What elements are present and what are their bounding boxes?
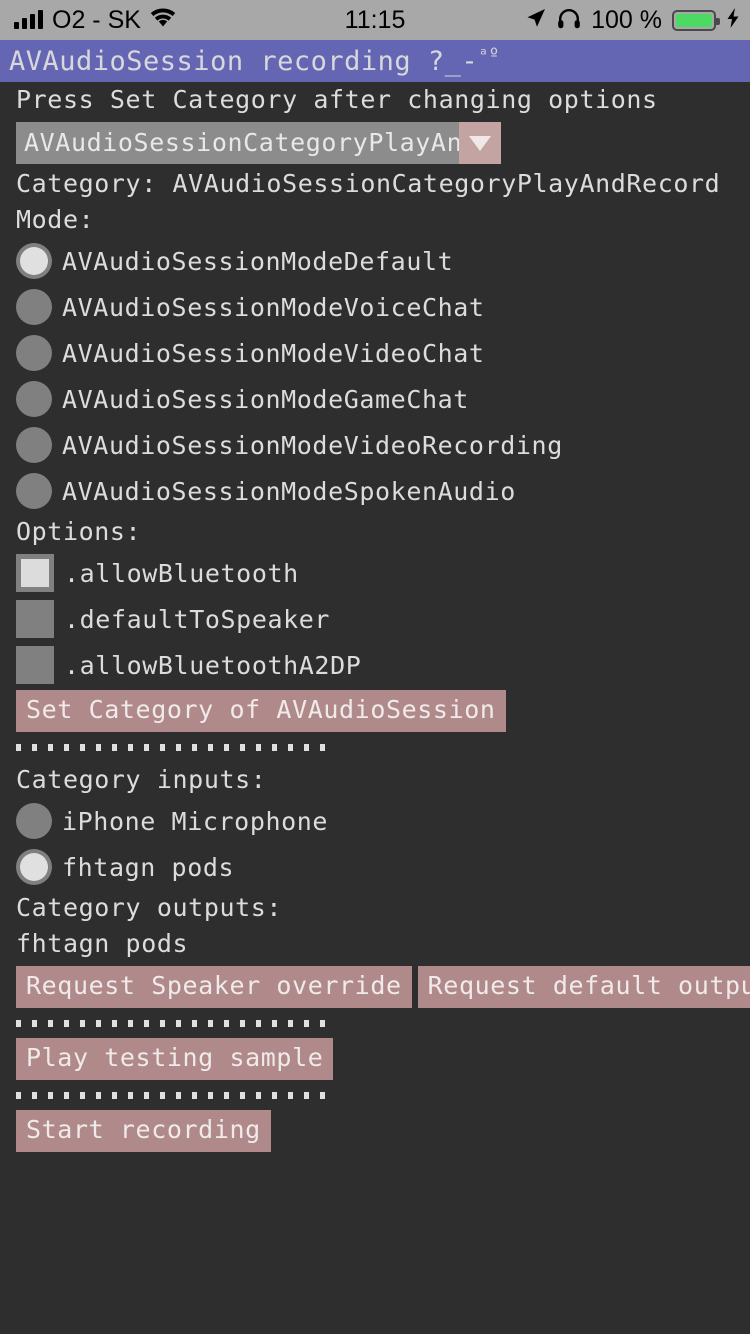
- headphones-icon: [557, 7, 581, 34]
- mode-option-label: AVAudioSessionModeGameChat: [62, 384, 469, 414]
- battery-percent-label: 100 %: [591, 5, 662, 34]
- category-picker-value: AVAudioSessionCategoryPlayAn: [24, 128, 459, 157]
- output-buttons-row: Request Speaker override Request default…: [0, 966, 750, 1008]
- mode-option-row[interactable]: AVAudioSessionModeVideoRecording: [0, 422, 750, 468]
- battery-icon: [672, 9, 720, 31]
- mode-option-row[interactable]: AVAudioSessionModeVoiceChat: [0, 284, 750, 330]
- radio-icon[interactable]: [16, 849, 52, 885]
- radio-icon[interactable]: [16, 335, 52, 371]
- input-option-row[interactable]: fhtagn pods: [0, 844, 750, 890]
- status-bar-left: O2 - SK: [0, 6, 176, 35]
- mode-heading: Mode:: [16, 205, 95, 234]
- options-heading: Options:: [16, 517, 142, 546]
- option-checkbox-row[interactable]: .allowBluetoothA2DP: [0, 642, 750, 688]
- play-testing-sample-button[interactable]: Play testing sample: [16, 1038, 334, 1080]
- radio-icon[interactable]: [16, 381, 52, 417]
- input-option-row[interactable]: iPhone Microphone: [0, 798, 750, 844]
- mode-option-row[interactable]: AVAudioSessionModeGameChat: [0, 376, 750, 422]
- input-option-label: fhtagn pods: [62, 852, 235, 882]
- radio-icon[interactable]: [16, 243, 52, 279]
- chevron-down-icon[interactable]: [459, 122, 501, 164]
- page-title-main: AVAudioSession recording ?_-: [9, 46, 479, 77]
- mode-option-row[interactable]: AVAudioSessionModeDefault: [0, 238, 750, 284]
- mode-option-label: AVAudioSessionModeDefault: [62, 246, 454, 276]
- separator-dotted: [16, 1080, 750, 1110]
- mode-option-row[interactable]: AVAudioSessionModeSpokenAudio: [0, 468, 750, 514]
- checkbox-icon[interactable]: [16, 600, 54, 638]
- set-category-button[interactable]: Set Category of AVAudioSession: [16, 690, 506, 732]
- radio-icon[interactable]: [16, 473, 52, 509]
- option-checkbox-row[interactable]: .defaultToSpeaker: [0, 596, 750, 642]
- mode-option-label: AVAudioSessionModeVideoChat: [62, 338, 485, 368]
- main-content: Press Set Category after changing option…: [0, 82, 750, 1152]
- checkbox-icon[interactable]: [16, 554, 54, 592]
- request-speaker-override-button[interactable]: Request Speaker override: [16, 966, 412, 1008]
- option-checkbox-label: .defaultToSpeaker: [64, 604, 331, 634]
- request-default-output-button[interactable]: Request default output: [417, 966, 750, 1008]
- outputs-heading: Category outputs:: [16, 893, 283, 922]
- carrier-label: O2 - SK: [52, 5, 141, 34]
- current-category-label: Category: AVAudioSessionCategoryPlayAndR…: [16, 169, 721, 198]
- outputs-value: fhtagn pods: [16, 929, 189, 958]
- status-bar-right: 100 %: [525, 6, 740, 35]
- checkbox-icon[interactable]: [16, 646, 54, 684]
- location-arrow-icon: [525, 7, 547, 34]
- mode-option-row[interactable]: AVAudioSessionModeVideoChat: [0, 330, 750, 376]
- radio-icon[interactable]: [16, 803, 52, 839]
- mode-option-label: AVAudioSessionModeVideoRecording: [62, 430, 563, 460]
- status-bar: O2 - SK 11:15 100 %: [0, 0, 750, 40]
- option-checkbox-label: .allowBluetoothA2DP: [64, 650, 362, 680]
- separator-dotted: [16, 1008, 750, 1038]
- radio-icon[interactable]: [16, 289, 52, 325]
- option-checkbox-row[interactable]: .allowBluetooth: [0, 550, 750, 596]
- hint-text: Press Set Category after changing option…: [16, 85, 658, 114]
- mode-option-label: AVAudioSessionModeVoiceChat: [62, 292, 485, 322]
- navigation-bar: AVAudioSession recording ?_-ᵃº: [0, 40, 750, 82]
- signal-bars-icon: [14, 10, 43, 29]
- wifi-icon: [150, 8, 176, 33]
- mode-option-label: AVAudioSessionModeSpokenAudio: [62, 476, 516, 506]
- radio-icon[interactable]: [16, 427, 52, 463]
- category-picker[interactable]: AVAudioSessionCategoryPlayAn: [16, 122, 501, 164]
- separator-dotted: [16, 732, 750, 762]
- input-option-label: iPhone Microphone: [62, 806, 329, 836]
- option-checkbox-label: .allowBluetooth: [64, 558, 299, 588]
- lightning-bolt-icon: [726, 7, 740, 34]
- page-title: AVAudioSession recording ?_-ᵃº: [9, 45, 500, 77]
- page-title-superscript: ᵃº: [478, 45, 500, 65]
- inputs-heading: Category inputs:: [16, 765, 267, 794]
- start-recording-button[interactable]: Start recording: [16, 1110, 271, 1152]
